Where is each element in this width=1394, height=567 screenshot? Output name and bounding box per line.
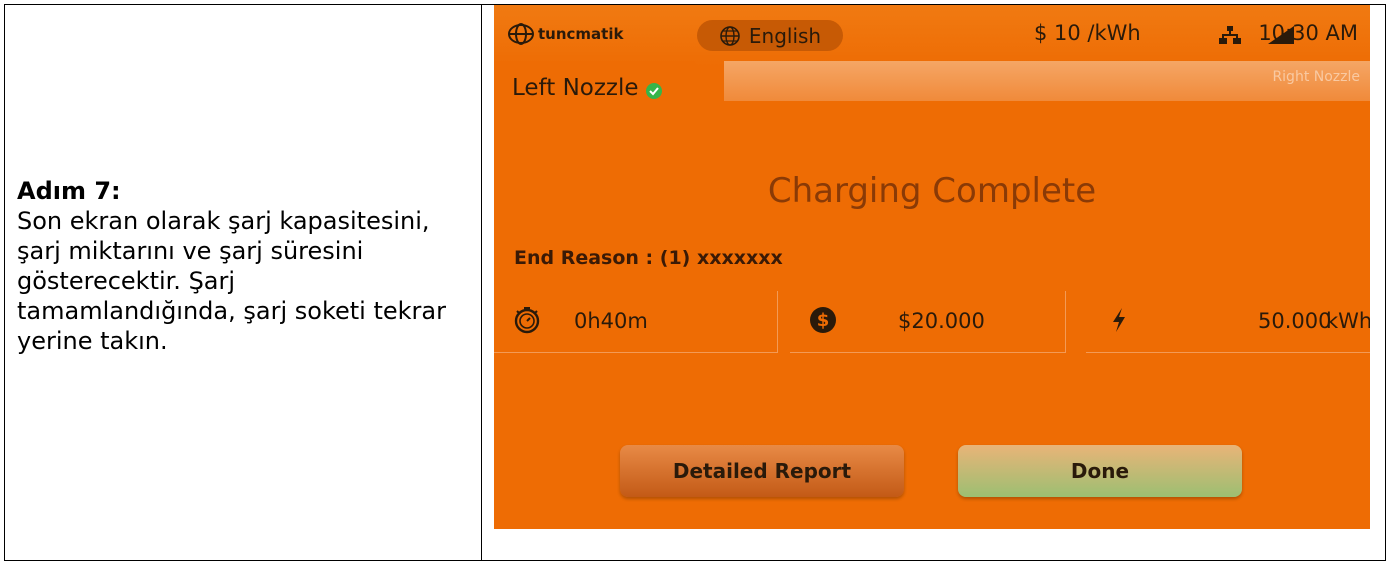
page-title: Charging Complete — [767, 171, 1097, 211]
brand-logo: tuncmatik — [506, 19, 623, 49]
language-selector[interactable]: English — [697, 20, 843, 51]
tuncmatik-logo-icon — [508, 23, 534, 45]
end-reason: End Reason : (1) xxxxxxx — [514, 247, 783, 269]
brand-name: tuncmatik — [538, 25, 624, 43]
tab-left-nozzle-label[interactable]: Left Nozzle — [512, 75, 663, 101]
tab-right-nozzle-label: Right Nozzle — [1272, 69, 1360, 85]
step-description: Adım 7: Son ekran olarak şarj kapasitesi… — [17, 176, 457, 356]
status-bar: tuncmatik English $ 10 /kWh 10:30 AM — [494, 5, 1370, 67]
duration-value: 0h40m — [574, 309, 648, 333]
tab-right-nozzle[interactable]: Right Nozzle — [724, 61, 1370, 101]
cost-value: $20.000 — [898, 309, 985, 333]
charger-screen: tuncmatik English $ 10 /kWh 10:30 AM Rig… — [494, 5, 1370, 529]
detailed-report-button[interactable]: Detailed Report — [620, 445, 904, 497]
language-label: English — [748, 23, 822, 48]
clock: 10:30 AM — [1258, 21, 1358, 45]
step-title: Adım 7: — [17, 177, 121, 205]
lightning-icon — [1113, 308, 1125, 332]
check-circle-icon — [645, 83, 662, 99]
energy-value: 50.000 — [1258, 309, 1332, 333]
dollar-coin-icon: $ — [810, 307, 836, 333]
table-divider — [481, 5, 482, 560]
energy-unit: kWh — [1326, 309, 1370, 333]
price-per-kwh: $ 10 /kWh — [1034, 21, 1141, 45]
done-button[interactable]: Done — [958, 445, 1242, 497]
energy-stat: 50.000 kWh — [1086, 291, 1370, 353]
duration-stat: 0h40m — [494, 291, 778, 353]
svg-text:$: $ — [817, 310, 830, 331]
tab-left-nozzle-text: Left Nozzle — [512, 75, 639, 101]
stopwatch-icon — [514, 307, 540, 334]
globe-icon — [720, 25, 740, 46]
instruction-table: Adım 7: Son ekran olarak şarj kapasitesi… — [4, 4, 1386, 561]
step-body: Son ekran olarak şarj kapasitesini, şarj… — [17, 207, 446, 355]
cost-stat: $ $20.000 — [790, 291, 1066, 353]
